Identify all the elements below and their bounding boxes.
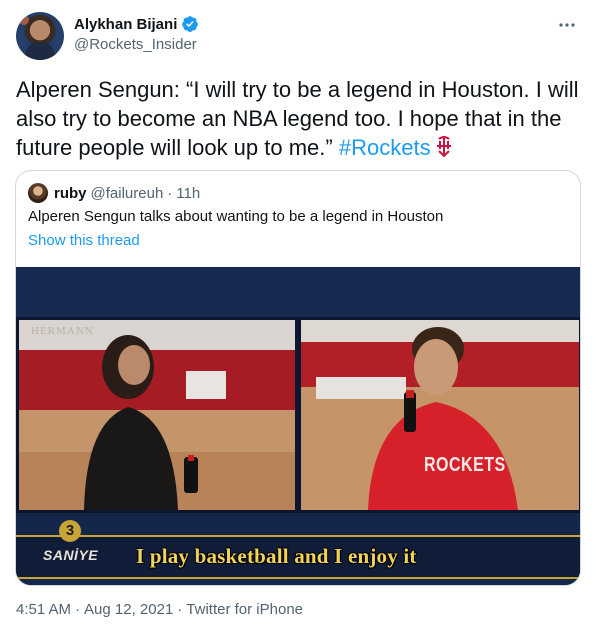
video-shirt-text: ROCKETS	[424, 454, 506, 476]
video-wall-text: HERMANN	[31, 325, 94, 337]
channel-logo-name: SANİYE	[43, 547, 99, 563]
author-avatar[interactable]	[16, 12, 64, 60]
more-options-button[interactable]	[554, 12, 580, 38]
author-handle[interactable]: @Rockets_Insider	[74, 36, 197, 53]
show-thread-link[interactable]: Show this thread	[28, 232, 140, 249]
quoted-author-handle: @failureuh	[90, 184, 164, 202]
quoted-tweet-text: Alperen Sengun talks about wanting to be…	[28, 208, 444, 225]
channel-logo-number: 3	[59, 520, 81, 542]
video-thumbnail[interactable]: HERMANN ROCKETS 3 SANİYE I play basketba…	[16, 267, 580, 585]
video-frame	[16, 267, 580, 585]
quoted-separator: ·	[167, 184, 173, 202]
author-name-row[interactable]: Alykhan Bijani	[74, 14, 199, 34]
quoted-avatar	[28, 183, 48, 203]
footer-separator-2: ·	[177, 601, 183, 618]
rockets-logo-icon	[436, 136, 451, 158]
tweet-date[interactable]: Aug 12, 2021	[84, 601, 173, 618]
video-caption: I play basketball and I enjoy it	[136, 544, 417, 568]
tweet: Alykhan Bijani @Rockets_Insider Alperen …	[0, 0, 598, 630]
quoted-time: 11h	[176, 184, 201, 202]
footer-separator-1: ·	[75, 601, 81, 618]
tweet-time[interactable]: 4:51 AM	[16, 601, 71, 618]
verified-badge-icon	[182, 16, 199, 32]
author-name[interactable]: Alykhan Bijani	[74, 16, 177, 33]
tweet-text: Alperen Sengun: “I will try to be a lege…	[16, 75, 582, 162]
more-dots-icon	[559, 23, 575, 27]
tweet-footer: 4:51 AM · Aug 12, 2021 · Twitter for iPh…	[16, 601, 303, 618]
tweet-body: Alperen Sengun: “I will try to be a lege…	[16, 77, 579, 160]
hashtag-link[interactable]: #Rockets	[339, 135, 431, 160]
quoted-tweet-header: ruby @failureuh · 11h	[28, 183, 200, 203]
quoted-author-name: ruby	[54, 184, 87, 202]
tweet-source[interactable]: Twitter for iPhone	[186, 601, 303, 618]
quoted-tweet[interactable]: ruby @failureuh · 11h Alperen Sengun tal…	[15, 170, 581, 586]
